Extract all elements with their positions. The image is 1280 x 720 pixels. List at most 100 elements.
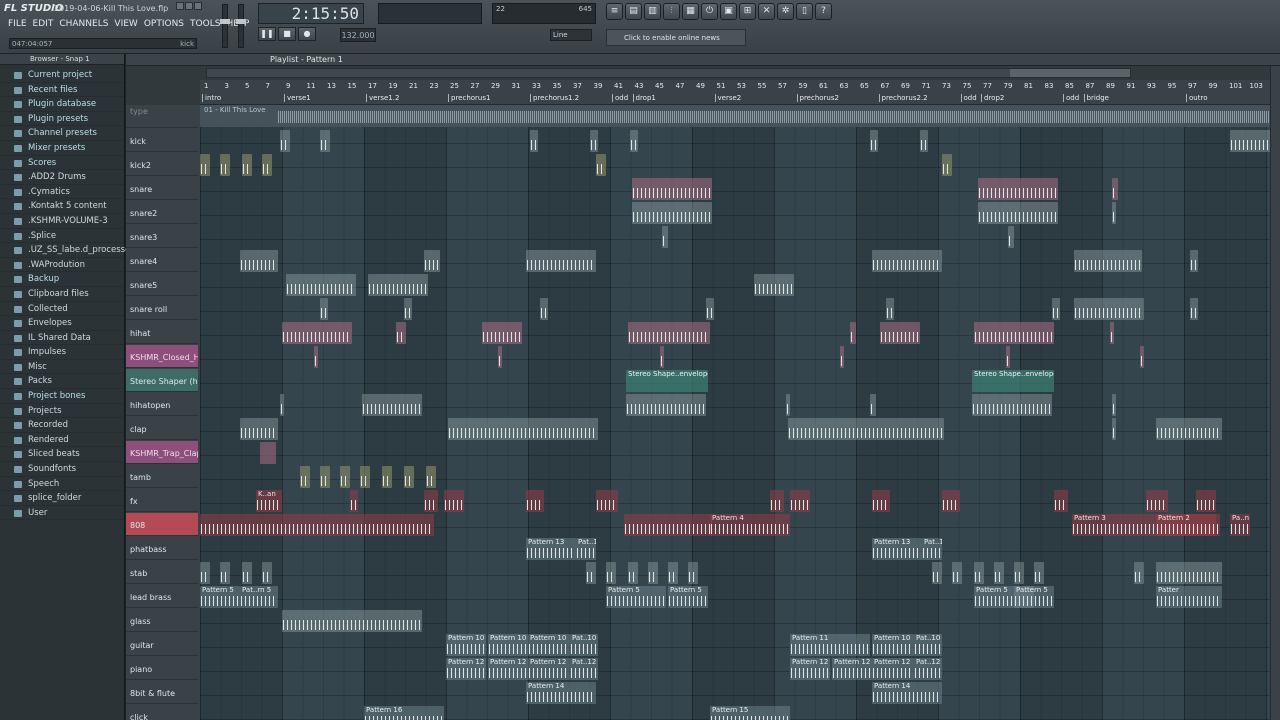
pattern-clip[interactable]: [382, 466, 392, 488]
pattern-clip[interactable]: [596, 154, 606, 176]
pattern-clip[interactable]: Pat..rn 5: [240, 586, 278, 608]
pattern-clip[interactable]: [632, 178, 712, 200]
pattern-clip[interactable]: Pattern 10: [872, 634, 914, 656]
pattern-clip[interactable]: [200, 514, 434, 536]
pattern-clip[interactable]: [242, 562, 252, 584]
track-header[interactable]: guitar: [126, 633, 198, 656]
pattern-clip[interactable]: [482, 322, 522, 344]
time-marker[interactable]: verse1.2: [366, 94, 399, 102]
pattern-clip[interactable]: [886, 298, 894, 320]
pattern-clip[interactable]: Pattern 14: [872, 682, 942, 704]
browser-item[interactable]: IL Shared Data: [0, 331, 124, 346]
pattern-clip[interactable]: [424, 490, 438, 512]
pattern-clip[interactable]: [1006, 346, 1010, 368]
track-header[interactable]: snare4: [126, 249, 198, 272]
pattern-clip[interactable]: [1112, 202, 1116, 224]
pattern-clip[interactable]: [590, 130, 598, 152]
pattern-clip[interactable]: [320, 466, 330, 488]
menu-view[interactable]: VIEW: [114, 19, 137, 29]
master-pitch-slider[interactable]: [236, 4, 246, 48]
pattern-clip[interactable]: [1112, 418, 1116, 440]
pattern-clip[interactable]: [1008, 226, 1014, 248]
time-marker[interactable]: prechorus2.2: [878, 94, 928, 102]
browser-item[interactable]: .UZ_SS_labe.d_processed: [0, 243, 136, 258]
browser-item[interactable]: Plugin presets: [0, 112, 124, 127]
pattern-clip[interactable]: [1054, 490, 1068, 512]
pattern-clip[interactable]: Pattern 5: [1014, 586, 1054, 608]
browser-item[interactable]: Soundfonts: [0, 462, 124, 477]
pattern-clip[interactable]: [1112, 178, 1118, 200]
pattern-clip[interactable]: Pattern 5: [200, 586, 240, 608]
pattern-clip[interactable]: [1074, 250, 1142, 272]
time-marker[interactable]: prechorus2: [796, 94, 839, 102]
pattern-clip[interactable]: Pattern 5: [606, 586, 666, 608]
pattern-clip[interactable]: [632, 202, 712, 224]
audio-clip-kill-this-love[interactable]: 01 - Kill This Love: [200, 105, 1280, 127]
arrangement-grid[interactable]: 01 - Kill This Love W3 Stereo Shape..env…: [200, 105, 1280, 720]
browser-item[interactable]: Envelopes: [0, 316, 124, 331]
pattern-clip[interactable]: [1146, 490, 1168, 512]
pattern-clip[interactable]: [840, 346, 844, 368]
menu-file[interactable]: FILE: [8, 19, 27, 29]
time-marker[interactable]: prechorus1: [448, 94, 490, 102]
pattern-clip[interactable]: [300, 466, 310, 488]
pattern-clip[interactable]: Pattern 16: [364, 706, 444, 720]
pattern-clip[interactable]: [360, 466, 370, 488]
timeline-ruler[interactable]: 1 3 5 7 9 11 13 15 17 19 21 23 25 27 29 31 33 35 37 39 41 43 4…: [200, 80, 1280, 105]
pattern-clip[interactable]: [920, 130, 928, 152]
pattern-clip[interactable]: [448, 418, 598, 440]
time-marker[interactable]: odd: [612, 94, 628, 102]
pattern-clip[interactable]: [978, 178, 1058, 200]
track-header[interactable]: KSHMR_Closed_H..: [126, 345, 198, 368]
pattern-clip[interactable]: [280, 130, 290, 152]
browser-item[interactable]: Clipboard files: [0, 287, 124, 302]
pattern-clip[interactable]: Pattern 10: [528, 634, 570, 656]
pattern-clip[interactable]: Pat..10: [914, 634, 942, 656]
pattern-clip[interactable]: [628, 562, 638, 584]
pattern-clip[interactable]: [974, 562, 984, 584]
tools-icon[interactable]: ✕: [758, 3, 775, 20]
pattern-clip[interactable]: [942, 154, 952, 176]
pattern-clip[interactable]: [1112, 394, 1116, 416]
browser-item[interactable]: Plugin database: [0, 97, 124, 112]
pattern-clip[interactable]: [660, 346, 664, 368]
track-header[interactable]: 808: [126, 513, 198, 536]
pattern-clip[interactable]: [1134, 562, 1144, 584]
track-header[interactable]: snare: [126, 177, 198, 200]
pattern-clip[interactable]: Pat..12: [570, 658, 598, 680]
playlist-icon[interactable]: ≡: [606, 3, 623, 20]
track-header[interactable]: glass: [126, 609, 198, 632]
pattern-clip[interactable]: [770, 490, 784, 512]
track-header[interactable]: lead brass: [126, 585, 198, 608]
pattern-clip[interactable]: Stereo Shape..envelope: [626, 370, 708, 392]
time-marker[interactable]: intro: [202, 94, 221, 102]
time-marker[interactable]: outro: [1186, 94, 1207, 102]
pattern-clip[interactable]: [1196, 490, 1216, 512]
track-header[interactable]: phatbass: [126, 537, 198, 560]
pattern-clip[interactable]: [972, 394, 1052, 416]
browser-icon[interactable]: ▦: [682, 3, 699, 20]
time-marker[interactable]: verse1: [284, 94, 311, 102]
browser-item[interactable]: Current project: [0, 68, 124, 83]
pattern-clip[interactable]: [786, 394, 790, 416]
pattern-clip[interactable]: [260, 442, 276, 464]
playlist-horizontal-scrollbar[interactable]: [206, 68, 1131, 78]
pattern-clip[interactable]: [942, 490, 960, 512]
pattern-clip[interactable]: [320, 298, 328, 320]
pattern-clip[interactable]: [626, 394, 706, 416]
mixer-icon[interactable]: ⫶: [663, 3, 680, 20]
pattern-clip[interactable]: [340, 466, 350, 488]
pattern-clip[interactable]: [1140, 346, 1144, 368]
pattern-clip[interactable]: Pa..n 3: [1230, 514, 1250, 536]
pattern-clip[interactable]: Pattern 12: [446, 658, 486, 680]
browser-item[interactable]: .Splice: [0, 229, 124, 244]
browser-item[interactable]: Backup: [0, 272, 124, 287]
tempo-display[interactable]: 132.000: [340, 28, 376, 42]
track-header[interactable]: Stereo Shaper (hi..: [126, 369, 198, 392]
pattern-clip[interactable]: [788, 418, 944, 440]
pattern-clip[interactable]: [424, 250, 440, 272]
pattern-clip[interactable]: [314, 346, 318, 368]
info-icon[interactable]: ▯: [796, 3, 813, 20]
pattern-clip[interactable]: Patter: [1156, 586, 1222, 608]
pattern-clip[interactable]: [404, 466, 414, 488]
